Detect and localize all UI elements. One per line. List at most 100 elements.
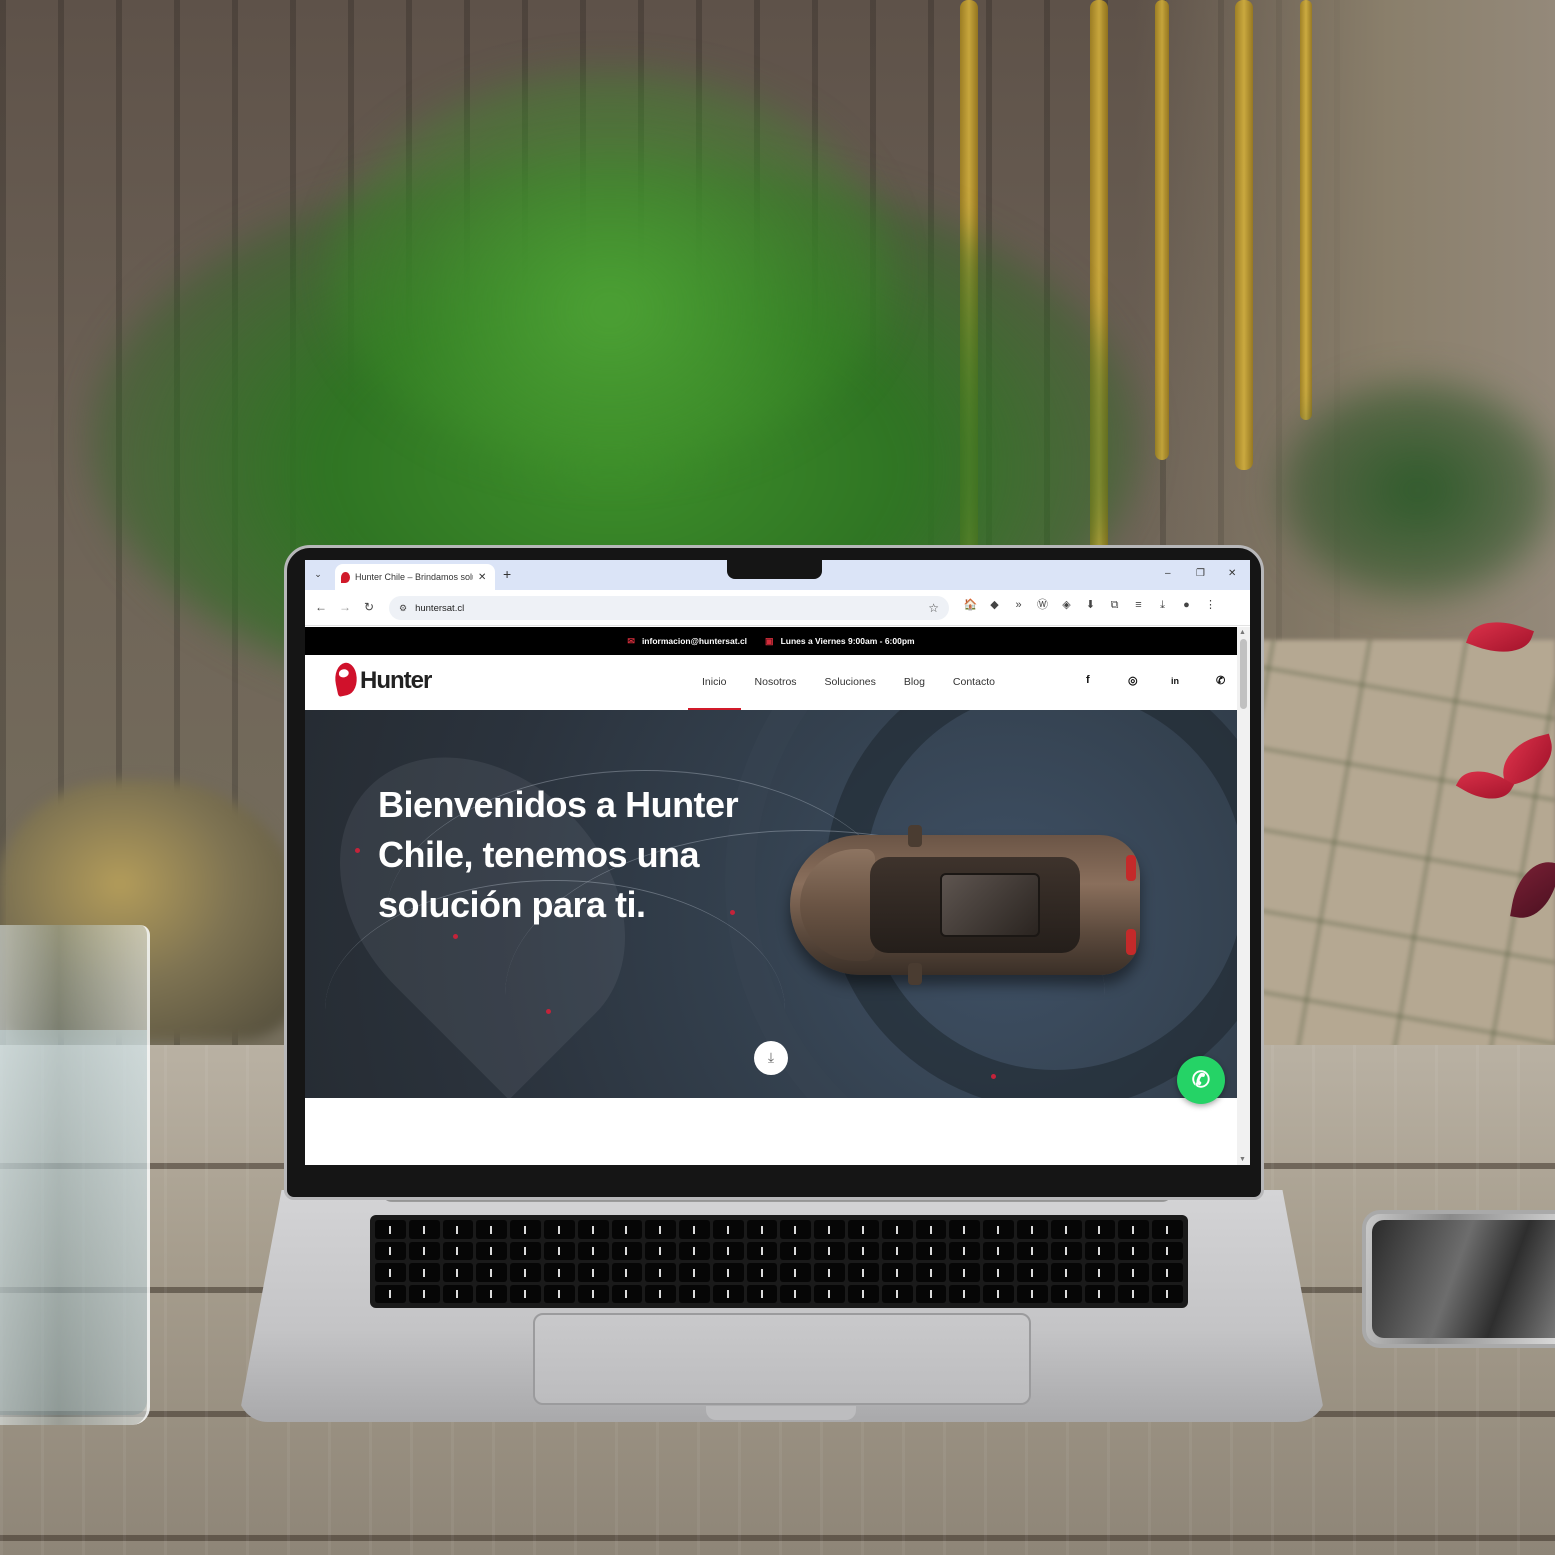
tab-search-button[interactable]: ⌄ [311, 567, 325, 581]
scroll-down-button[interactable]: ⤓ [754, 1041, 788, 1075]
laptop-trackpad [533, 1313, 1031, 1405]
purple-extension-icon[interactable]: ◆ [987, 598, 1002, 613]
site-info-icon[interactable]: ⚙ [399, 603, 407, 614]
profile-avatar-icon[interactable]: ● [1179, 598, 1194, 613]
reload-button[interactable]: ↻ [364, 600, 374, 614]
hero-decor-dot [453, 934, 458, 939]
water-glass [0, 925, 150, 1425]
keyboard-key [543, 1220, 575, 1239]
reading-list-icon[interactable]: ≡ [1131, 598, 1146, 613]
keyboard-key [611, 1241, 643, 1260]
keyboard-key [949, 1241, 981, 1260]
keyboard-key [1152, 1220, 1183, 1239]
keyboard-key [915, 1284, 947, 1303]
nav-item-blog[interactable]: Blog [890, 655, 939, 710]
keyboard-key [1118, 1241, 1150, 1260]
new-tab-button[interactable]: + [503, 566, 511, 582]
nav-item-inicio[interactable]: Inicio [688, 655, 741, 710]
scroll-down-arrow-icon[interactable]: ▼ [1239, 1156, 1246, 1163]
topbar-email[interactable]: ✉ informacion@huntersat.cl [627, 636, 747, 647]
restore-button[interactable]: ❐ [1196, 568, 1205, 579]
keyboard-key [949, 1220, 981, 1239]
diamond-extension-icon[interactable]: ◈ [1059, 598, 1074, 613]
keyboard-key [577, 1220, 609, 1239]
keyboard-key [780, 1284, 812, 1303]
keyboard-key [746, 1241, 778, 1260]
home-extension-icon[interactable]: 🏠 [963, 598, 978, 613]
browser-menu-icon[interactable]: ⋮ [1203, 598, 1218, 613]
keyboard-key [1084, 1284, 1116, 1303]
extension-icons: 🏠 ◆ » Ⓦ ◈ ⬇ ⧉ ≡ ⤓ ● ⋮ [963, 598, 1218, 613]
forward-button[interactable]: → [339, 600, 351, 614]
smartphone [1362, 1210, 1555, 1348]
keyboard-key [949, 1284, 981, 1303]
keyboard-key [543, 1241, 575, 1260]
wordpress-icon[interactable]: Ⓦ [1035, 598, 1050, 613]
download-extension-icon[interactable]: ⬇ [1083, 598, 1098, 613]
keyboard-key [375, 1220, 406, 1239]
keyboard-key [577, 1284, 609, 1303]
hours-text: Lunes a Viernes 9:00am - 6:00pm [780, 636, 915, 646]
keyboard-key [679, 1220, 710, 1239]
car-mirror [908, 825, 922, 847]
keyboard-key [712, 1220, 744, 1239]
whatsapp-float-button[interactable]: ✆ [1177, 1056, 1225, 1104]
hunter-logo-mark-icon [331, 661, 361, 697]
contact-topbar: ✉ informacion@huntersat.cl ▣ Lunes a Vie… [305, 627, 1237, 655]
keyboard-key [1152, 1263, 1183, 1282]
keyboard-key [611, 1263, 643, 1282]
keyboard-key [848, 1241, 879, 1260]
hunter-favicon-icon [341, 571, 350, 583]
scrollbar-thumb[interactable] [1240, 639, 1247, 709]
keyboard-key [814, 1220, 846, 1239]
laptop-keyboard [370, 1215, 1188, 1308]
keyboard-key [1050, 1241, 1082, 1260]
logo-text: Hunter [360, 667, 432, 694]
keyboard-key [1017, 1241, 1048, 1260]
keyboard-key [814, 1263, 846, 1282]
keyboard-key [1152, 1241, 1183, 1260]
facebook-icon[interactable]: f [1086, 674, 1090, 686]
bookmark-star-icon[interactable]: ☆ [928, 601, 939, 615]
puzzle-extensions-icon[interactable]: ⧉ [1107, 598, 1122, 613]
keyboard-key [510, 1284, 541, 1303]
keyboard-key [712, 1263, 744, 1282]
audio-extension-icon[interactable]: » [1011, 598, 1026, 613]
tab-close-icon[interactable]: ✕ [478, 572, 486, 583]
instagram-icon[interactable]: ◎ [1128, 674, 1138, 687]
keyboard-key [949, 1263, 981, 1282]
tab-title: Hunter Chile – Brindamos soluc [355, 572, 473, 582]
hero-decor-dot [355, 848, 360, 853]
linkedin-icon[interactable]: in [1171, 676, 1179, 686]
browser-tab-active[interactable]: Hunter Chile – Brindamos soluc ✕ [335, 564, 495, 590]
bamboo-stalk [1155, 0, 1169, 460]
address-bar[interactable]: ⚙ huntersat.cl ☆ [389, 596, 949, 620]
url-text: huntersat.cl [415, 602, 465, 614]
hunter-logo[interactable]: Hunter [331, 661, 432, 697]
keyboard-key [814, 1241, 846, 1260]
nav-item-nosotros[interactable]: Nosotros [741, 655, 811, 710]
keyboard-key [1118, 1284, 1150, 1303]
keyboard-key [983, 1263, 1015, 1282]
nav-item-contacto[interactable]: Contacto [939, 655, 1009, 710]
keyboard-key [915, 1241, 947, 1260]
back-button[interactable]: ← [315, 600, 327, 614]
topbar-hours: ▣ Lunes a Viernes 9:00am - 6:00pm [765, 636, 915, 647]
minimize-button[interactable]: – [1165, 568, 1171, 579]
close-window-button[interactable]: ✕ [1228, 568, 1236, 579]
keyboard-key [577, 1263, 609, 1282]
nav-item-soluciones[interactable]: Soluciones [811, 655, 890, 710]
keyboard-key [983, 1284, 1015, 1303]
page-scrollbar[interactable]: ▲ ▼ [1237, 627, 1250, 1165]
keyboard-key [1017, 1220, 1048, 1239]
keyboard-key [375, 1263, 406, 1282]
downloads-icon[interactable]: ⤓ [1155, 598, 1170, 613]
keyboard-key [1118, 1263, 1150, 1282]
hero-section: Bienvenidos a Hunter Chile, tenemos una … [305, 710, 1237, 1098]
keyboard-key [848, 1220, 879, 1239]
keyboard-key [408, 1220, 440, 1239]
calendar-icon: ▣ [765, 635, 774, 646]
keyboard-key [848, 1263, 879, 1282]
whatsapp-social-icon[interactable]: ✆ [1216, 674, 1225, 687]
scroll-up-arrow-icon[interactable]: ▲ [1239, 629, 1246, 636]
